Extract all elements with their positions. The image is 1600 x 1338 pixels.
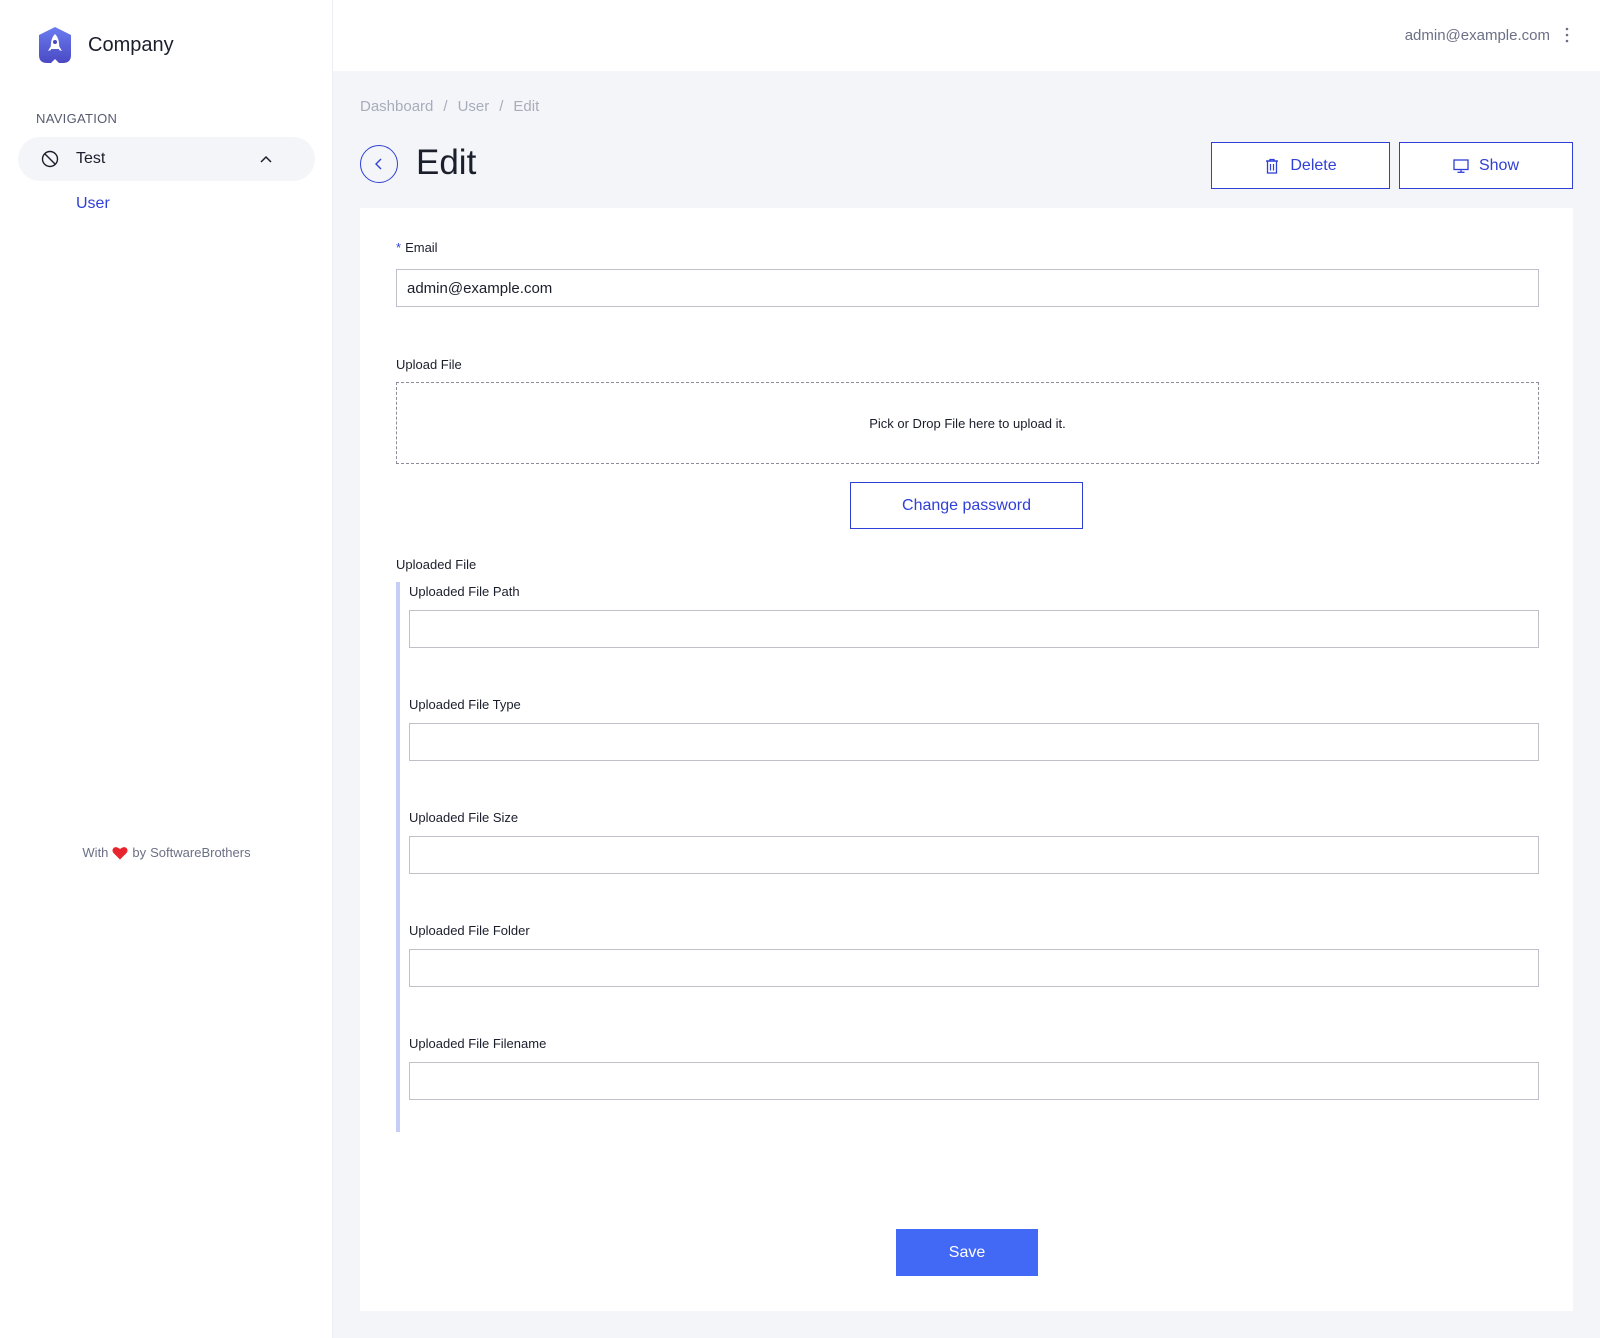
footer-suffix: by — [132, 845, 147, 860]
top-bar: admin@example.com — [333, 0, 1600, 71]
footer-prefix: With — [82, 845, 109, 860]
sidebar-group-label: Test — [76, 150, 106, 167]
monitor-icon — [1453, 158, 1469, 173]
section-indicator — [396, 582, 400, 1132]
brand-logo[interactable]: Company — [35, 25, 174, 65]
delete-button[interactable]: Delete — [1211, 142, 1390, 189]
ban-icon — [41, 150, 59, 168]
uploaded-file-size-input[interactable] — [409, 836, 1539, 874]
chevron-left-icon — [375, 158, 382, 170]
page-title: Edit — [416, 143, 477, 182]
footer-author-link[interactable]: SoftwareBrothers — [150, 845, 250, 860]
brand-name: Company — [88, 33, 174, 56]
back-button[interactable] — [360, 145, 398, 183]
sidebar: Company NAVIGATION Test User With by Sof… — [0, 0, 333, 1338]
breadcrumb: Dashboard / User / Edit — [360, 98, 539, 115]
uploaded-file-filename-label: Uploaded File Filename — [409, 1036, 547, 1051]
save-button[interactable]: Save — [896, 1229, 1038, 1276]
email-label: * Email — [396, 240, 438, 255]
show-button[interactable]: Show — [1399, 142, 1573, 189]
navigation-heading: NAVIGATION — [36, 111, 118, 126]
email-label-text: Email — [405, 240, 438, 255]
uploaded-file-path-label: Uploaded File Path — [409, 584, 520, 599]
breadcrumb-separator: / — [443, 98, 448, 115]
breadcrumb-dashboard[interactable]: Dashboard — [360, 98, 433, 115]
breadcrumb-user[interactable]: User — [458, 98, 490, 115]
file-dropzone[interactable]: Pick or Drop File here to upload it. — [396, 382, 1539, 464]
uploaded-file-type-input[interactable] — [409, 723, 1539, 761]
breadcrumb-edit: Edit — [513, 98, 540, 115]
edit-form-card: * Email admin@example.com Upload File Pic… — [360, 208, 1573, 1311]
trash-icon — [1266, 158, 1279, 174]
uploaded-file-size-label: Uploaded File Size — [409, 810, 519, 825]
change-password-button[interactable]: Change password — [850, 482, 1083, 529]
uploaded-file-folder-input[interactable] — [409, 949, 1539, 987]
heart-icon — [112, 846, 128, 859]
made-with-footer: With by SoftwareBrothers — [0, 845, 333, 860]
upload-file-label: Upload File — [396, 357, 462, 372]
sidebar-group-test[interactable]: Test — [18, 137, 315, 181]
delete-button-label: Delete — [1290, 156, 1337, 174]
required-mark: * — [396, 240, 402, 255]
uploaded-file-label: Uploaded File — [396, 557, 477, 572]
sidebar-item-user[interactable]: User — [76, 195, 110, 213]
show-button-label: Show — [1478, 156, 1520, 174]
more-vertical-icon[interactable] — [1564, 27, 1570, 43]
chevron-up-icon[interactable] — [258, 151, 274, 167]
rocket-icon — [39, 27, 71, 63]
uploaded-file-type-label: Uploaded File Type — [409, 697, 521, 712]
uploaded-file-filename-input[interactable] — [409, 1062, 1539, 1100]
breadcrumb-separator: / — [499, 98, 504, 115]
email-field[interactable]: admin@example.com — [396, 269, 1539, 307]
uploaded-file-folder-label: Uploaded File Folder — [409, 923, 530, 938]
logged-user-email[interactable]: admin@example.com — [1405, 27, 1550, 44]
dropzone-text: Pick or Drop File here to upload it. — [869, 415, 1066, 431]
uploaded-file-path-input[interactable] — [409, 610, 1539, 648]
